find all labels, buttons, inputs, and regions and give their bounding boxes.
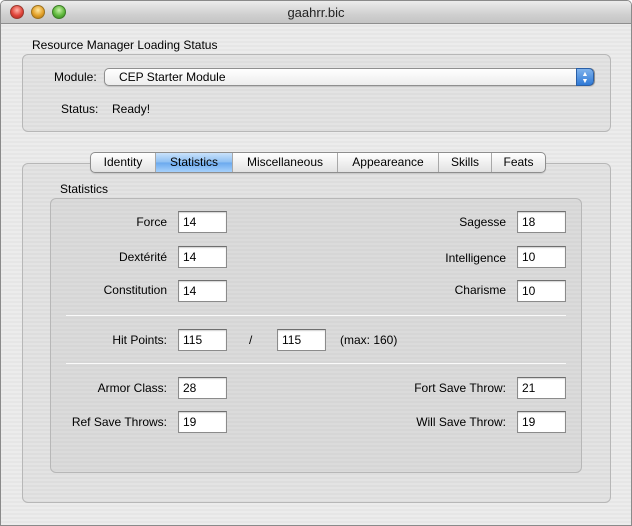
force-field[interactable]: 14 [178,211,227,233]
hit-points-label: Hit Points: [112,333,167,347]
sagesse-label: Sagesse [459,215,506,229]
window-title: gaahrr.bic [287,5,345,20]
armor-class-field[interactable]: 28 [178,377,227,399]
tab-identity[interactable]: Identity [91,153,156,172]
sagesse-field[interactable]: 18 [517,211,566,233]
up-down-arrows-icon: ▲ ▼ [576,68,594,86]
fort-save-label: Fort Save Throw: [414,381,506,395]
separator-hit-points [66,363,566,364]
hit-points-current-field[interactable]: 115 [178,329,227,351]
hit-points-max-note: (max: 160) [340,333,398,347]
statistics-group-title: Statistics [60,182,109,196]
status-value: Ready! [112,102,151,116]
armor-class-label: Armor Class: [97,381,167,395]
title-bar[interactable]: gaahrr.bic [1,1,631,24]
tab-miscellaneous[interactable]: Miscellaneous [233,153,338,172]
resource-groupbox [22,54,611,132]
constitution-field[interactable]: 14 [178,280,227,302]
tab-feats[interactable]: Feats [492,153,545,172]
tab-appeareance[interactable]: Appeareance [338,153,439,172]
tab-skills[interactable]: Skills [439,153,492,172]
module-label: Module: [54,70,97,84]
ref-save-field[interactable]: 19 [178,411,227,433]
intelligence-label: Intelligence [445,251,506,265]
status-label: Status: [61,102,99,116]
resource-group-title: Resource Manager Loading Status [32,38,218,52]
constitution-label: Constitution [103,283,167,297]
tab-statistics[interactable]: Statistics [156,153,233,172]
module-popup[interactable]: CEP Starter Module ▲ ▼ [104,68,595,86]
module-popup-value: CEP Starter Module [119,70,226,84]
hit-points-max-field[interactable]: 115 [277,329,326,351]
charisme-field[interactable]: 10 [517,280,566,302]
will-save-label: Will Save Throw: [416,415,506,429]
dexterite-field[interactable]: 14 [178,246,227,268]
charisme-label: Charisme [454,283,506,297]
dexterite-label: Dextérité [118,250,167,264]
character-editor-window: gaahrr.bic Resource Manager Loading Stat… [0,0,632,526]
intelligence-field[interactable]: 10 [517,246,566,268]
window-content: Resource Manager Loading Status Module: … [1,24,631,525]
separator-abilities [66,315,566,316]
fort-save-field[interactable]: 21 [517,377,566,399]
tab-bar: Identity Statistics Miscellaneous Appear… [90,152,546,173]
hit-points-separator: / [249,333,253,347]
will-save-field[interactable]: 19 [517,411,566,433]
ref-save-label: Ref Save Throws: [71,415,167,429]
force-label: Force [136,215,167,229]
